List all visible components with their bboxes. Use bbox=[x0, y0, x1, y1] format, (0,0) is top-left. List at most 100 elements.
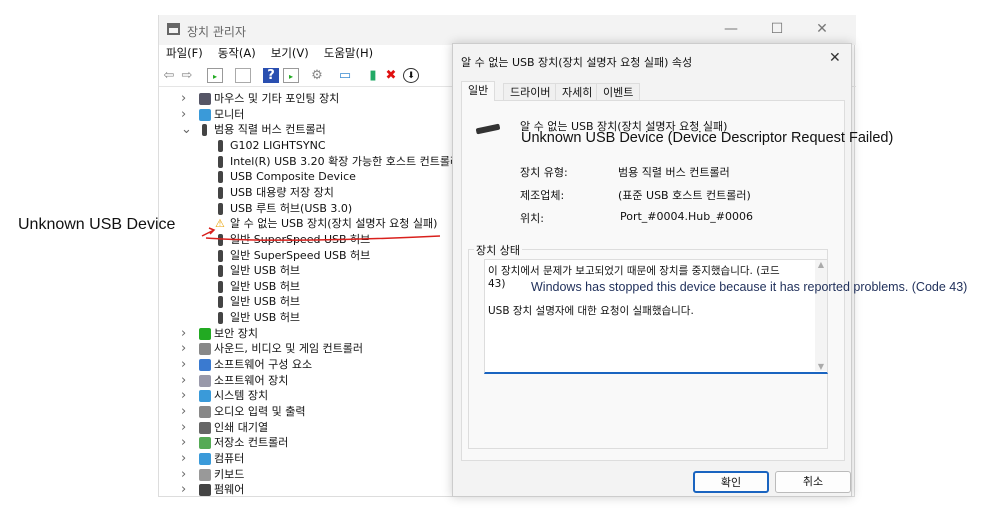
tree-item[interactable]: Intel(R) USB 3.20 확장 가능한 호스트 컨트롤러 bbox=[159, 154, 460, 170]
scrollbar[interactable]: ▲ ▼ bbox=[815, 260, 827, 371]
dialog-title: 알 수 없는 USB 장치(장치 설명자 요청 실패) 속성 bbox=[461, 56, 693, 69]
menu-view[interactable]: 보기(V) bbox=[271, 45, 309, 61]
expand-chevron-icon[interactable]: › bbox=[181, 435, 186, 451]
tree-item-label: 인쇄 대기열 bbox=[214, 420, 269, 434]
tree-item[interactable]: › 소프트웨어 장치 bbox=[159, 373, 459, 389]
annotation-red-underline-arrow bbox=[201, 227, 441, 241]
scan-hardware-icon[interactable]: ▭ bbox=[337, 68, 353, 83]
expand-chevron-icon[interactable]: › bbox=[181, 467, 186, 483]
minimize-button[interactable]: — bbox=[716, 21, 746, 37]
tree-item-label: 저장소 컨트롤러 bbox=[214, 436, 289, 450]
tree-item[interactable]: 일반 USB 허브 bbox=[159, 294, 459, 310]
tree-item-label: USB 루트 허브(USB 3.0) bbox=[230, 201, 353, 215]
ok-button[interactable]: 확인 bbox=[693, 471, 769, 493]
collapse-chevron-icon[interactable]: ⌄ bbox=[181, 122, 192, 138]
tree-item-label: 키보드 bbox=[214, 467, 245, 481]
tree-item[interactable]: ⌄ 범용 직렬 버스 컨트롤러 bbox=[159, 122, 459, 138]
keyboard-icon bbox=[199, 468, 211, 481]
expand-chevron-icon[interactable]: › bbox=[181, 404, 186, 420]
tree-item[interactable]: › 키보드 bbox=[159, 467, 459, 483]
tree-item[interactable]: 일반 USB 허브 bbox=[159, 263, 459, 279]
tab-events[interactable]: 이벤트 bbox=[596, 83, 641, 101]
tree-item-label: 모니터 bbox=[214, 107, 245, 121]
action-pane-icon[interactable]: ▸ bbox=[283, 68, 299, 83]
tree-item[interactable]: 일반 SuperSpeed USB 허브 bbox=[159, 248, 459, 264]
tree-item[interactable]: › 인쇄 대기열 bbox=[159, 420, 459, 436]
tree-item[interactable]: › 저장소 컨트롤러 bbox=[159, 435, 459, 451]
expand-chevron-icon[interactable]: › bbox=[181, 482, 186, 498]
expand-chevron-icon[interactable]: › bbox=[181, 326, 186, 342]
menu-help[interactable]: 도움말(H) bbox=[324, 45, 373, 61]
properties-icon[interactable] bbox=[235, 68, 251, 83]
tree-item[interactable]: › 마우스 및 기타 포인팅 장치 bbox=[159, 91, 459, 107]
forward-icon[interactable]: ⇨ bbox=[179, 68, 195, 83]
dialog-close-button[interactable]: ✕ bbox=[829, 50, 841, 66]
device-icon bbox=[199, 374, 211, 387]
tree-item[interactable]: › 보안 장치 bbox=[159, 326, 459, 342]
tree-item[interactable]: › 소프트웨어 구성 요소 bbox=[159, 357, 459, 373]
expand-chevron-icon[interactable]: › bbox=[181, 357, 186, 373]
uninstall-icon[interactable]: ✖ bbox=[383, 68, 399, 83]
tree-item[interactable]: › 사운드, 비디오 및 게임 컨트롤러 bbox=[159, 341, 459, 357]
manufacturer-value: (표준 USB 호스트 컨트롤러) bbox=[618, 189, 751, 202]
help-icon[interactable]: ? bbox=[263, 68, 279, 83]
usb-icon bbox=[218, 296, 223, 309]
speaker-icon bbox=[199, 343, 211, 356]
tree-item[interactable]: 일반 USB 허브 bbox=[159, 279, 459, 295]
tab-details[interactable]: 자세히 bbox=[555, 83, 600, 101]
usb-icon bbox=[218, 312, 223, 325]
tree-item[interactable]: › 펌웨어 bbox=[159, 482, 459, 498]
annotation-device-translation: Unknown USB Device (Device Descriptor Re… bbox=[521, 130, 894, 146]
firmware-icon bbox=[199, 484, 211, 497]
device-status-textbox[interactable]: 이 장치에서 문제가 보고되었기 때문에 장치를 중지했습니다. (코드 43)… bbox=[484, 259, 828, 374]
show-hide-tree-icon[interactable]: ▸ bbox=[207, 68, 223, 83]
printer-icon bbox=[199, 421, 211, 434]
back-icon[interactable]: ⇦ bbox=[161, 68, 177, 83]
expand-chevron-icon[interactable]: › bbox=[181, 107, 186, 123]
usb-device-icon bbox=[475, 123, 501, 135]
expand-chevron-icon[interactable]: › bbox=[181, 451, 186, 467]
maximize-button[interactable]: ☐ bbox=[762, 21, 792, 37]
expand-chevron-icon[interactable]: › bbox=[181, 388, 186, 404]
tree-item[interactable]: 일반 USB 허브 bbox=[159, 310, 459, 326]
update-driver-icon[interactable]: ⚙ bbox=[309, 68, 325, 83]
tree-item[interactable]: › 오디오 입력 및 출력 bbox=[159, 404, 459, 420]
title-bar: 장치 관리자 — ☐ ✕ bbox=[159, 15, 856, 45]
close-button[interactable]: ✕ bbox=[807, 21, 837, 37]
tree-item-label: 펌웨어 bbox=[214, 483, 245, 497]
tree-item[interactable]: USB 대용량 저장 장치 bbox=[159, 185, 459, 201]
usb-icon bbox=[218, 202, 223, 215]
monitor-icon bbox=[199, 108, 211, 121]
device-status-label: 장치 상태 bbox=[474, 242, 522, 258]
expand-chevron-icon[interactable]: › bbox=[181, 420, 186, 436]
tree-item[interactable]: USB 루트 허브(USB 3.0) bbox=[159, 201, 459, 217]
tree-item-label: USB Composite Device bbox=[230, 170, 356, 184]
component-icon bbox=[199, 359, 211, 372]
computer-icon bbox=[199, 452, 211, 465]
tree-item-label: 시스템 장치 bbox=[214, 389, 269, 403]
tab-driver[interactable]: 드라이버 bbox=[503, 83, 558, 101]
tree-item[interactable]: USB Composite Device bbox=[159, 169, 459, 185]
tree-item[interactable]: › 시스템 장치 bbox=[159, 388, 459, 404]
expand-chevron-icon[interactable]: › bbox=[181, 373, 186, 389]
menu-file[interactable]: 파일(F) bbox=[166, 45, 203, 61]
usb-icon bbox=[218, 249, 223, 262]
disable-device-icon[interactable]: ⬇ bbox=[403, 68, 419, 83]
status-text-line: USB 장치 설명자에 대한 요청이 실패했습니다. bbox=[488, 305, 694, 317]
tree-item[interactable]: › 컴퓨터 bbox=[159, 451, 459, 467]
tree-item-label: 마우스 및 기타 포인팅 장치 bbox=[214, 92, 340, 105]
annotation-status-translation: Windows has stopped this device because … bbox=[531, 280, 968, 294]
tree-item-label: 일반 SuperSpeed USB 허브 bbox=[230, 248, 371, 262]
menu-action[interactable]: 동작(A) bbox=[218, 45, 256, 61]
enable-device-icon[interactable]: ▮ bbox=[365, 68, 381, 83]
tree-item[interactable]: › 모니터 bbox=[159, 107, 459, 123]
tab-general[interactable]: 일반 bbox=[461, 81, 496, 101]
expand-chevron-icon[interactable]: › bbox=[181, 341, 186, 357]
expand-chevron-icon[interactable]: › bbox=[181, 91, 186, 107]
storage-icon bbox=[199, 437, 211, 450]
cancel-button[interactable]: 취소 bbox=[775, 471, 851, 493]
usb-icon bbox=[218, 155, 223, 168]
tree-item[interactable]: G102 LIGHTSYNC bbox=[159, 138, 459, 154]
location-value: Port_#0004.Hub_#0006 bbox=[620, 210, 753, 223]
device-manager-icon bbox=[167, 23, 180, 35]
